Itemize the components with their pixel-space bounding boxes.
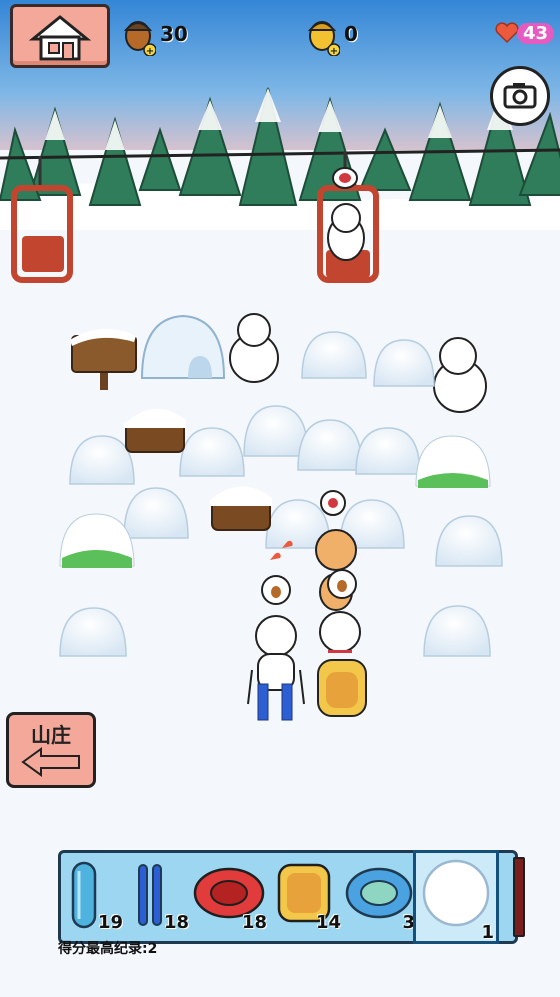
slot-3-count: 18	[241, 912, 267, 933]
toolbar-slot-2[interactable]: 18	[131, 859, 191, 933]
golden-acorn-count: 0	[344, 22, 358, 46]
slot-2-count: 18	[163, 912, 189, 933]
toolbar-slot-5[interactable]: 3	[345, 859, 417, 933]
house-icon	[28, 15, 92, 61]
toolbar-scrollbar[interactable]	[513, 857, 525, 937]
hearts-counter: 43	[493, 18, 554, 48]
toolbar-slot-6[interactable]: 1	[413, 850, 499, 944]
toolbar-slot-4[interactable]: 14	[273, 859, 343, 933]
dog-on-sled	[317, 611, 367, 717]
golden-acorn-icon: +	[307, 21, 340, 56]
hearts-count: 43	[516, 22, 554, 44]
camera-icon	[503, 83, 537, 109]
svg-text:+: +	[146, 46, 154, 56]
toolbar-slot-3[interactable]: 18	[193, 859, 269, 933]
arrow-left-icon	[21, 747, 80, 777]
acorn-count: 30	[160, 22, 188, 46]
acorn-icon: +	[123, 21, 156, 56]
toolbar-slot-1[interactable]: 19	[65, 859, 125, 933]
villa-back-button[interactable]: 山庄	[6, 712, 96, 788]
acorn-counter[interactable]: + 30	[122, 12, 188, 56]
villa-label: 山庄	[31, 723, 71, 747]
slot-6-count: 1	[481, 922, 494, 943]
slot-4-count: 14	[315, 912, 341, 933]
camera-button[interactable]	[490, 66, 550, 126]
item-toolbar: 19 18 18 14 3 1	[58, 850, 525, 944]
snow-field-scene	[0, 0, 560, 997]
home-button[interactable]	[10, 4, 110, 68]
golden-acorn-counter[interactable]: + 0	[306, 12, 358, 56]
slot-1-count: 19	[97, 912, 123, 933]
score-record-text: 得分最高纪录:2	[58, 941, 158, 957]
svg-text:+: +	[330, 46, 338, 56]
